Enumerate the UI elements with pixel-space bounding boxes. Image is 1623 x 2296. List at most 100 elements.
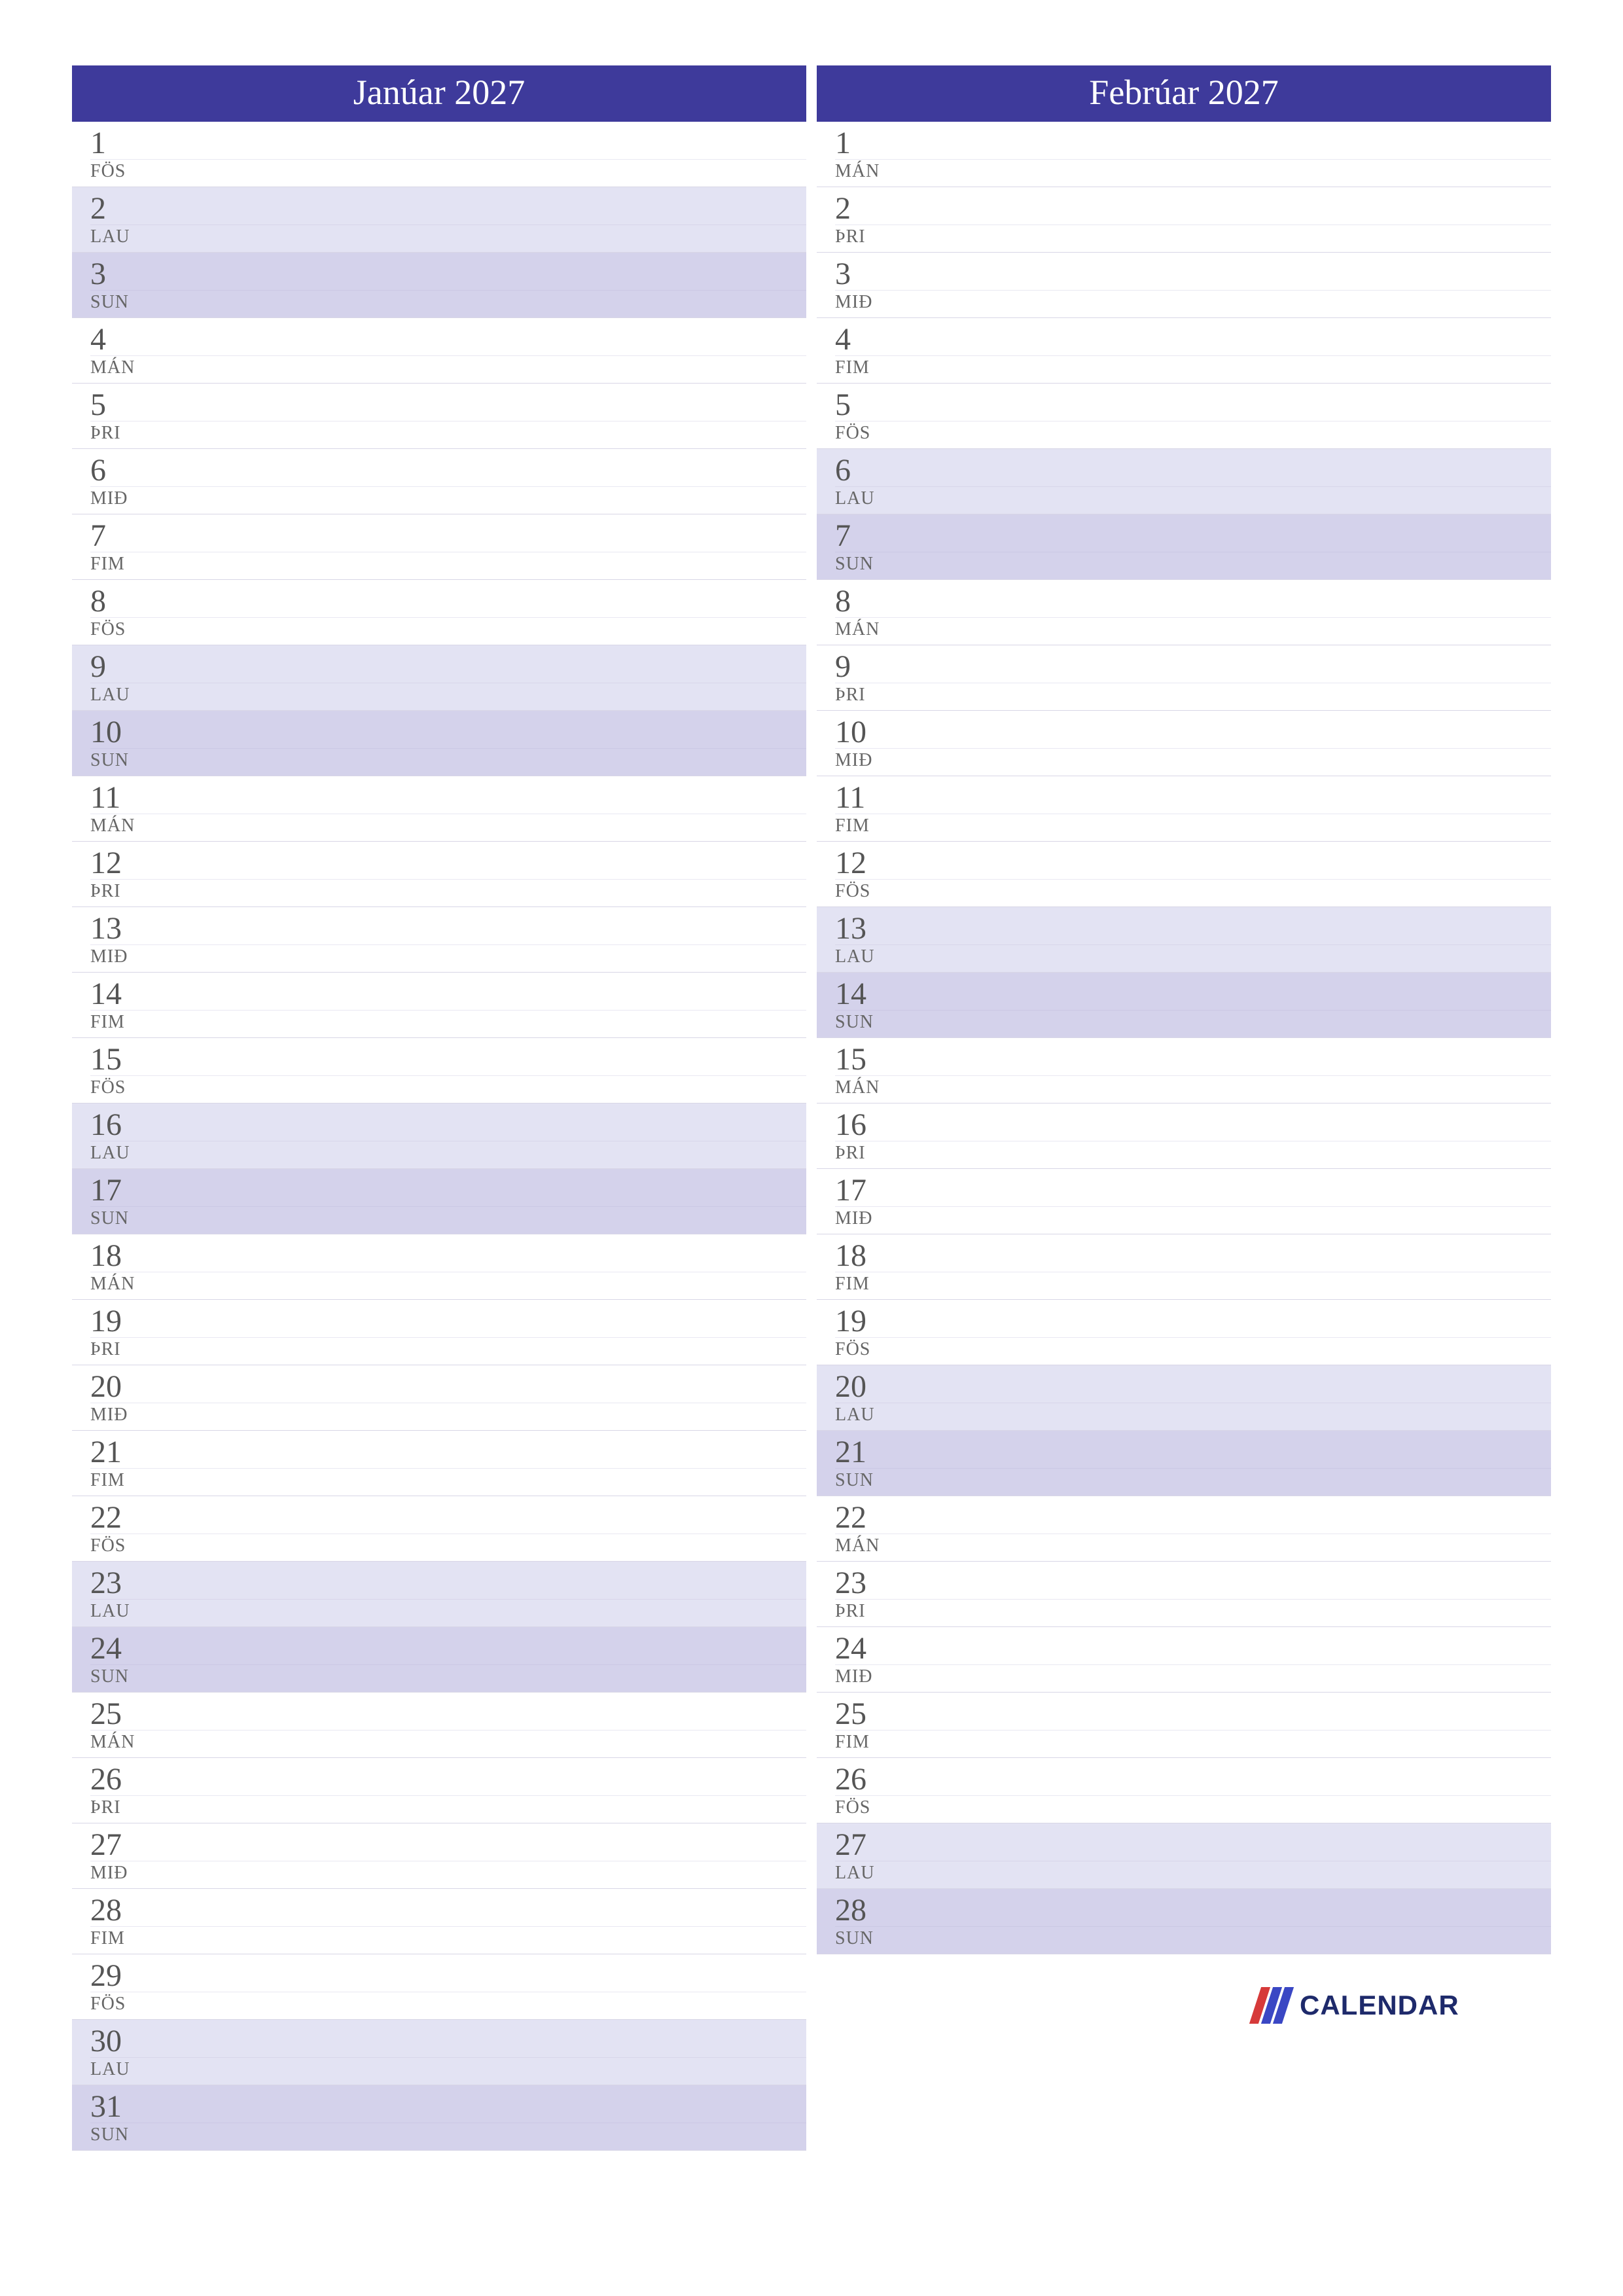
- day-number: 13: [835, 913, 866, 944]
- day-number: 4: [835, 324, 851, 355]
- day-number: 19: [835, 1306, 866, 1337]
- day-row: 5ÞRI: [72, 384, 806, 449]
- day-weekday: LAU: [90, 685, 806, 706]
- day-weekday: ÞRI: [835, 1143, 1551, 1164]
- day-weekday: MIÐ: [90, 946, 806, 967]
- day-number: 13: [90, 913, 122, 944]
- day-number: 22: [90, 1502, 122, 1534]
- day-row: 16LAU: [72, 1103, 806, 1169]
- day-weekday: MÁN: [90, 816, 806, 836]
- day-number: 24: [835, 1633, 866, 1664]
- day-row: 26FÖS: [817, 1758, 1551, 1823]
- day-number: 8: [90, 586, 106, 617]
- day-row: 9ÞRI: [817, 645, 1551, 711]
- day-row: 18FIM: [817, 1234, 1551, 1300]
- day-weekday: ÞRI: [90, 423, 806, 444]
- day-weekday: LAU: [835, 946, 1551, 967]
- day-weekday: FIM: [90, 1470, 806, 1491]
- day-row: 27LAU: [817, 1823, 1551, 1889]
- day-row: 24MIÐ: [817, 1627, 1551, 1693]
- day-number: 26: [90, 1764, 122, 1795]
- day-row: 20MIÐ: [72, 1365, 806, 1431]
- day-weekday: FÖS: [90, 161, 806, 182]
- day-number: 11: [835, 782, 865, 814]
- day-row: 25FIM: [817, 1693, 1551, 1758]
- day-number: 14: [90, 978, 122, 1010]
- day-number: 5: [835, 389, 851, 421]
- day-row: 2LAU: [72, 187, 806, 253]
- day-row: 26ÞRI: [72, 1758, 806, 1823]
- day-number: 14: [835, 978, 866, 1010]
- day-row: 3SUN: [72, 253, 806, 318]
- day-number: 16: [90, 1109, 122, 1141]
- day-number: 12: [835, 848, 866, 879]
- day-number: 3: [90, 259, 106, 290]
- day-number: 10: [90, 717, 122, 748]
- day-row: 15FÖS: [72, 1038, 806, 1103]
- day-row: 7SUN: [817, 514, 1551, 580]
- day-weekday: SUN: [90, 1666, 806, 1687]
- day-row: 31SUN: [72, 2085, 806, 2151]
- day-row: 28FIM: [72, 1889, 806, 1954]
- day-row: 9LAU: [72, 645, 806, 711]
- day-row: 4MÁN: [72, 318, 806, 384]
- day-number: 2: [835, 193, 851, 224]
- day-row: 1MÁN: [817, 122, 1551, 187]
- day-row: 19ÞRI: [72, 1300, 806, 1365]
- day-weekday: LAU: [90, 2059, 806, 2080]
- day-weekday: MÁN: [90, 357, 806, 378]
- day-weekday: ÞRI: [90, 881, 806, 902]
- day-number: 9: [835, 651, 851, 683]
- day-number: 25: [90, 1698, 122, 1730]
- day-weekday: SUN: [835, 1928, 1551, 1949]
- day-number: 1: [835, 128, 851, 159]
- day-weekday: LAU: [835, 1863, 1551, 1884]
- day-number: 31: [90, 2091, 122, 2123]
- day-weekday: SUN: [90, 1208, 806, 1229]
- day-weekday: ÞRI: [835, 1601, 1551, 1622]
- day-weekday: MIÐ: [90, 488, 806, 509]
- day-number: 30: [90, 2026, 122, 2057]
- brand-name: CALENDAR: [1300, 1990, 1459, 2021]
- day-weekday: MIÐ: [90, 1863, 806, 1884]
- day-weekday: FIM: [835, 816, 1551, 836]
- day-row: 21SUN: [817, 1431, 1551, 1496]
- day-number: 27: [90, 1829, 122, 1861]
- day-number: 7: [90, 520, 106, 552]
- month-column-0: Janúar 2027 1FÖS2LAU3SUN4MÁN5ÞRI6MIÐ7FIM…: [72, 65, 806, 2151]
- day-weekday: LAU: [90, 226, 806, 247]
- day-row: 17SUN: [72, 1169, 806, 1234]
- day-row: 12FÖS: [817, 842, 1551, 907]
- day-row: 12ÞRI: [72, 842, 806, 907]
- day-number: 24: [90, 1633, 122, 1664]
- day-number: 7: [835, 520, 851, 552]
- day-number: 10: [835, 717, 866, 748]
- day-number: 20: [835, 1371, 866, 1403]
- day-number: 15: [835, 1044, 866, 1075]
- day-number: 3: [835, 259, 851, 290]
- day-number: 26: [835, 1764, 866, 1795]
- calendar-page: Janúar 2027 1FÖS2LAU3SUN4MÁN5ÞRI6MIÐ7FIM…: [72, 65, 1551, 2151]
- day-row: 17MIÐ: [817, 1169, 1551, 1234]
- day-number: 18: [835, 1240, 866, 1272]
- day-row: 13MIÐ: [72, 907, 806, 973]
- day-row: 25MÁN: [72, 1693, 806, 1758]
- day-weekday: LAU: [90, 1601, 806, 1622]
- day-row: 10MIÐ: [817, 711, 1551, 776]
- day-number: 22: [835, 1502, 866, 1534]
- day-number: 21: [835, 1437, 866, 1468]
- day-row: 21FIM: [72, 1431, 806, 1496]
- day-weekday: FÖS: [835, 1339, 1551, 1360]
- day-number: 6: [90, 455, 106, 486]
- day-number: 27: [835, 1829, 866, 1861]
- day-weekday: ÞRI: [90, 1339, 806, 1360]
- day-weekday: LAU: [835, 1405, 1551, 1426]
- day-number: 29: [90, 1960, 122, 1992]
- day-weekday: ÞRI: [90, 1797, 806, 1818]
- day-weekday: SUN: [835, 554, 1551, 575]
- day-weekday: FIM: [835, 357, 1551, 378]
- day-weekday: MÁN: [835, 161, 1551, 182]
- day-weekday: MÁN: [835, 619, 1551, 640]
- day-weekday: SUN: [90, 750, 806, 771]
- day-weekday: MIÐ: [90, 1405, 806, 1426]
